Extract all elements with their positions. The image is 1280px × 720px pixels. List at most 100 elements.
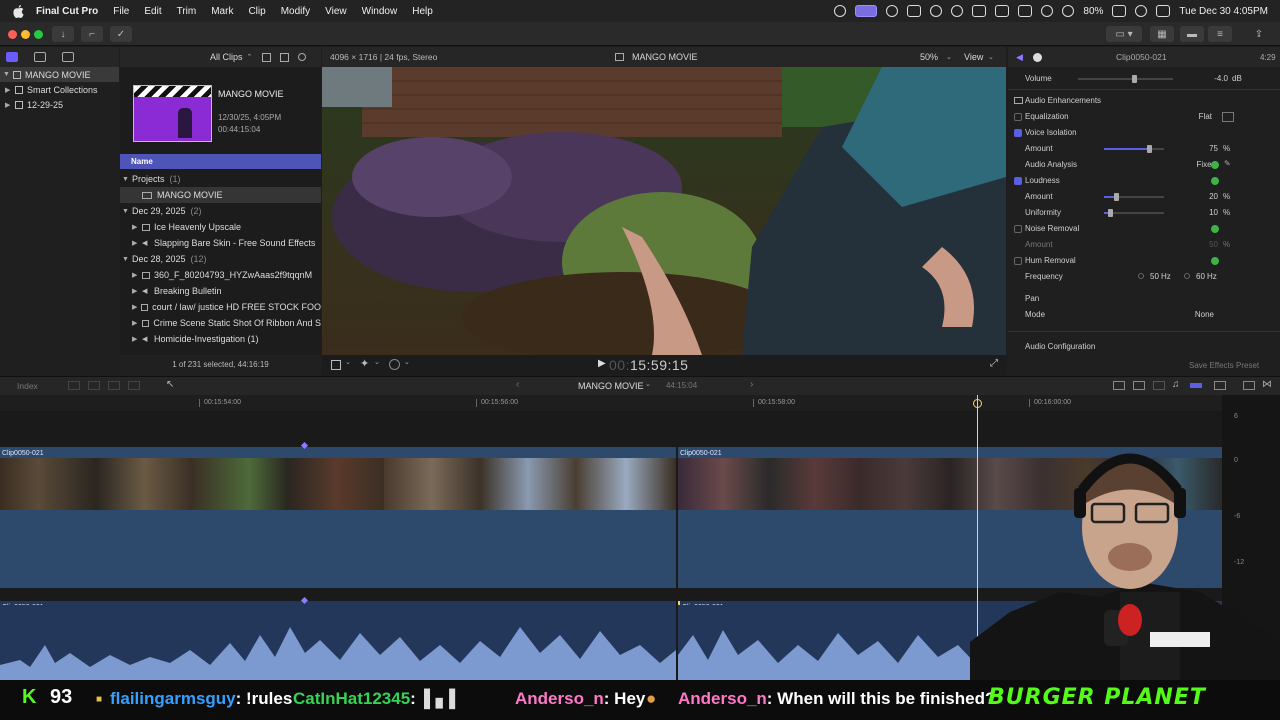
hum-removal-checkbox[interactable]: [1014, 257, 1022, 265]
play-icon[interactable]: [930, 5, 943, 17]
globe-icon[interactable]: [886, 5, 899, 17]
audio-config-row[interactable]: Audio Configuration: [1008, 339, 1280, 355]
overwrite-clip-icon[interactable]: [128, 381, 140, 390]
obs-icon[interactable]: [834, 5, 847, 17]
filmstrip-view-icon[interactable]: [280, 52, 290, 62]
name-column-header[interactable]: Name: [120, 154, 321, 169]
snapping-icon[interactable]: [1190, 383, 1202, 388]
inspector-toggle-button[interactable]: ≡: [1208, 26, 1232, 42]
volume-icon[interactable]: [972, 5, 987, 17]
list-item[interactable]: ▶ 360_F_80204793_HYZwAaas2f9tqqnM: [120, 267, 321, 283]
disclosure-open-icon[interactable]: ▼: [122, 256, 132, 263]
enhance-icon[interactable]: ✦: [360, 357, 369, 370]
insert-clip-icon[interactable]: [88, 381, 100, 390]
connect-clip-icon[interactable]: [68, 381, 80, 390]
clip-appearance-icon[interactable]: [1214, 381, 1226, 390]
loud-amount-value[interactable]: 20: [1209, 192, 1218, 201]
list-item[interactable]: ▶ Crime Scene Static Shot Of Ribbon And …: [120, 315, 321, 331]
equalization-checkbox[interactable]: [1014, 113, 1022, 121]
menu-app-name[interactable]: Final Cut Pro: [36, 6, 98, 17]
back-arrow-icon[interactable]: ‹: [516, 379, 519, 390]
list-item[interactable]: ▶ ◀ Breaking Bulletin: [120, 283, 321, 299]
freq-50-radio[interactable]: [1138, 273, 1144, 279]
group-dec-28[interactable]: ▼ Dec 28, 2025 (12): [120, 251, 321, 267]
disclosure-open-icon[interactable]: ▼: [122, 208, 132, 215]
disclosure-closed-icon[interactable]: ▶: [132, 335, 142, 343]
group-dec-29[interactable]: ▼ Dec 29, 2025 (2): [120, 203, 321, 219]
transform-icon[interactable]: [331, 360, 341, 370]
enhance-chevron-icon[interactable]: ⌄: [374, 358, 380, 366]
loud-amount-slider[interactable]: [1104, 193, 1164, 201]
zoom-in-icon[interactable]: [1133, 381, 1145, 390]
disclosure-closed-icon[interactable]: ▶: [132, 303, 141, 311]
project-chevron-icon[interactable]: ⌄: [645, 380, 651, 388]
disclosure-closed-icon[interactable]: ▶: [132, 223, 142, 231]
library-root[interactable]: ▼ MANGO MOVIE: [0, 67, 119, 82]
display-icon[interactable]: [995, 5, 1010, 17]
uniformity-value[interactable]: 10: [1209, 208, 1218, 217]
magic-wand-icon[interactable]: ✎: [1224, 159, 1231, 168]
screen-share-icon[interactable]: [855, 5, 878, 17]
titles-icon[interactable]: [62, 52, 74, 62]
control-center-icon[interactable]: [1156, 5, 1171, 17]
background-tasks-button[interactable]: ✓: [110, 26, 132, 42]
timeline-ruler[interactable]: 00:15:54:00 00:15:56:00 00:15:58:00 00:1…: [0, 395, 1222, 411]
uniformity-slider[interactable]: [1104, 209, 1164, 217]
disclosure-closed-icon[interactable]: ▶: [5, 101, 15, 109]
battery-icon[interactable]: [1112, 5, 1127, 17]
menu-window[interactable]: Window: [362, 6, 398, 17]
speed-icon[interactable]: [389, 359, 400, 370]
camera-icon[interactable]: [907, 5, 922, 17]
wifi-icon[interactable]: [1062, 5, 1075, 17]
zoom-dropdown[interactable]: 50%: [920, 52, 938, 62]
timeline-project-title[interactable]: MANGO MOVIE: [578, 381, 644, 391]
index-button[interactable]: Index: [17, 381, 38, 391]
close-window-icon[interactable]: [8, 30, 17, 39]
noise-amount-value[interactable]: 50: [1209, 240, 1218, 249]
info-inspector-icon[interactable]: [1032, 52, 1042, 62]
voice-isolation-checkbox[interactable]: [1014, 129, 1022, 137]
clip-a-filmstrip[interactable]: [0, 458, 676, 510]
sidebar-item-event[interactable]: ▶ 12-29-25: [0, 97, 119, 112]
disclosure-closed-icon[interactable]: ▶: [132, 239, 142, 247]
fullscreen-icon[interactable]: ⤢: [990, 358, 998, 369]
workspace-button[interactable]: ▭ ▾: [1106, 26, 1142, 42]
photos-icon[interactable]: [34, 52, 46, 62]
play-button[interactable]: ▶: [598, 358, 606, 369]
keyword-button[interactable]: ⌐: [81, 26, 103, 42]
timeline-toggle-button[interactable]: ▬: [1180, 26, 1204, 42]
menu-clip[interactable]: Clip: [248, 6, 265, 17]
volume-slider[interactable]: [1078, 75, 1173, 83]
group-projects[interactable]: ▼ Projects (1): [120, 171, 321, 187]
transitions-icon[interactable]: ⋈: [1262, 379, 1272, 390]
eq-graph-icon[interactable]: [1222, 112, 1234, 122]
import-button[interactable]: ↓: [52, 26, 74, 42]
noise-removal-checkbox[interactable]: [1014, 225, 1022, 233]
menu-help[interactable]: Help: [412, 6, 433, 17]
list-item[interactable]: ▶ ◀ Slapping Bare Skin - Free Sound Effe…: [120, 235, 321, 251]
volume-value[interactable]: -4.0: [1214, 74, 1228, 83]
freq-60-radio[interactable]: [1184, 273, 1190, 279]
menu-edit[interactable]: Edit: [144, 6, 161, 17]
equalization-popup[interactable]: Flat: [1199, 112, 1212, 121]
disclosure-closed-icon[interactable]: ▶: [132, 287, 142, 295]
menu-modify[interactable]: Modify: [281, 6, 310, 17]
append-clip-icon[interactable]: [108, 381, 120, 390]
disclosure-open-icon[interactable]: ▼: [122, 176, 132, 183]
menu-trim[interactable]: Trim: [177, 6, 197, 17]
minimize-window-icon[interactable]: [21, 30, 30, 39]
loudness-checkbox[interactable]: [1014, 177, 1022, 185]
disclosure-closed-icon[interactable]: ▶: [5, 86, 15, 94]
browser-toggle-button[interactable]: ▦: [1150, 26, 1174, 42]
playhead-handle-icon[interactable]: [973, 399, 982, 408]
forward-arrow-icon[interactable]: ›: [750, 379, 753, 390]
list-view-icon[interactable]: [262, 52, 272, 62]
effects-browser-icon[interactable]: [1243, 381, 1255, 390]
project-thumbnail[interactable]: [133, 85, 212, 142]
list-item[interactable]: ▶ ◀ Homicide-Investigation (1): [120, 331, 321, 347]
bluetooth-icon[interactable]: [1041, 5, 1054, 17]
libraries-icon[interactable]: [6, 52, 18, 62]
transform-chevron-icon[interactable]: ⌄: [345, 358, 351, 366]
audio-a-waveform[interactable]: [0, 605, 676, 680]
save-effects-preset-button[interactable]: Save Effects Preset: [1189, 361, 1259, 370]
